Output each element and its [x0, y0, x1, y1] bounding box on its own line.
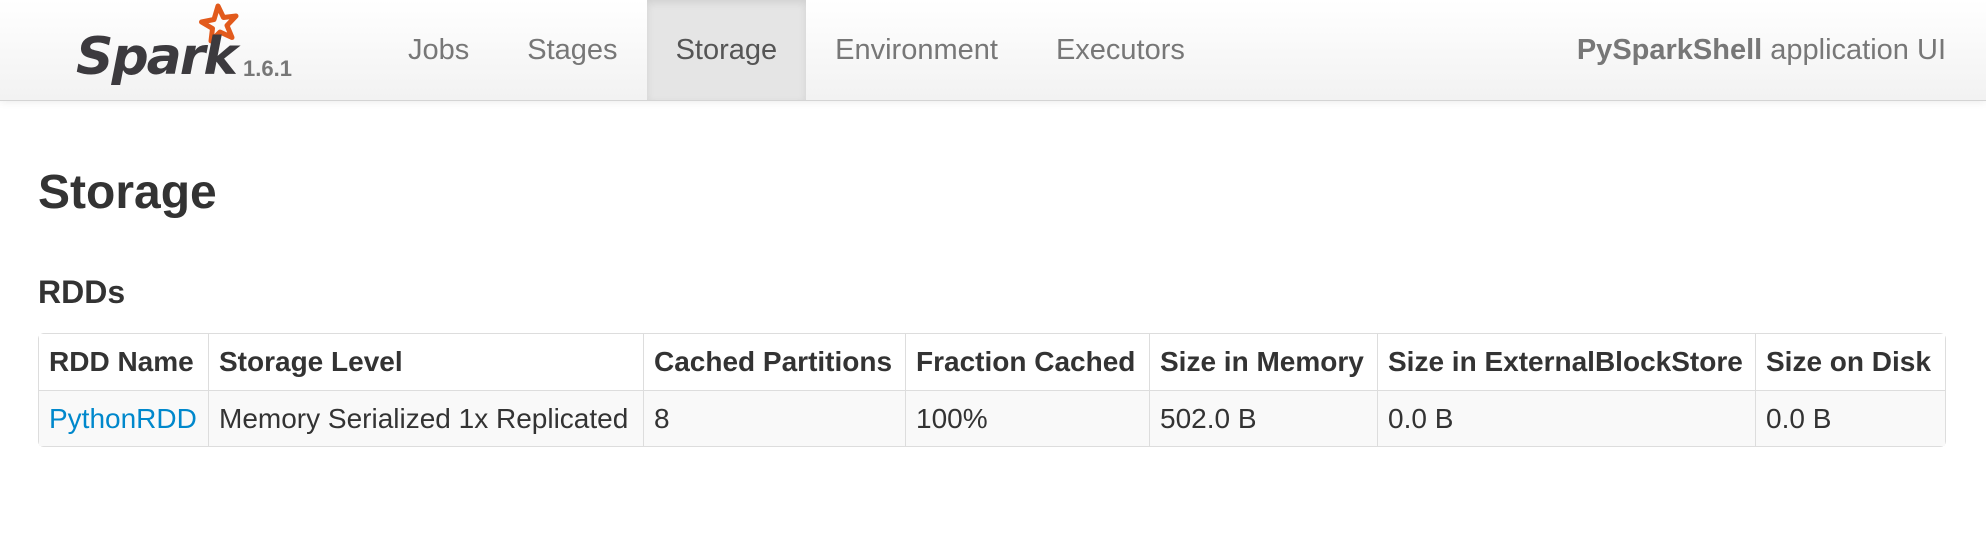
column-header-size-on-disk[interactable]: Size on Disk	[1755, 334, 1945, 390]
tab-jobs[interactable]: Jobs	[379, 0, 498, 100]
column-header-size-in-memory[interactable]: Size in Memory	[1149, 334, 1377, 390]
cell-size-in-externalblockstore: 0.0 B	[1377, 390, 1755, 446]
spark-logo[interactable]: Spark 1.6.1	[74, 0, 304, 100]
app-name: PySparkShell	[1576, 34, 1763, 66]
cell-rdd-name: PythonRDD	[39, 390, 208, 446]
table-row: PythonRDD Memory Serialized 1x Replicate…	[39, 390, 1945, 446]
cell-fraction-cached: 100%	[905, 390, 1149, 446]
nav-tabs: Jobs Stages Storage Environment Executor…	[379, 0, 1214, 100]
top-navbar: Spark 1.6.1 Jobs Stages Storage Environm…	[0, 0, 1986, 101]
tab-environment[interactable]: Environment	[806, 0, 1027, 100]
column-header-cached-partitions[interactable]: Cached Partitions	[643, 334, 905, 390]
app-suffix: application UI	[1770, 34, 1946, 66]
tab-storage[interactable]: Storage	[646, 0, 807, 100]
column-header-rdd-name[interactable]: RDD Name	[39, 334, 208, 390]
column-header-size-in-externalblockstore[interactable]: Size in ExternalBlockStore	[1377, 334, 1755, 390]
app-title: PySparkShell application UI	[1577, 0, 1946, 100]
spark-wordmark: Spark	[76, 27, 241, 87]
rdds-section-title: RDDs	[38, 274, 126, 310]
column-header-storage-level[interactable]: Storage Level	[208, 334, 643, 390]
rdd-table: RDD Name Storage Level Cached Partitions…	[38, 333, 1946, 447]
tab-executors[interactable]: Executors	[1027, 0, 1214, 100]
spark-version: 1.6.1	[243, 56, 292, 81]
table-header-row: RDD Name Storage Level Cached Partitions…	[39, 334, 1945, 390]
column-header-fraction-cached[interactable]: Fraction Cached	[905, 334, 1149, 390]
cell-storage-level: Memory Serialized 1x Replicated	[208, 390, 643, 446]
cell-size-on-disk: 0.0 B	[1755, 390, 1945, 446]
cell-cached-partitions: 8	[643, 390, 905, 446]
spark-logo-icon: Spark	[76, 3, 243, 87]
cell-size-in-memory: 502.0 B	[1149, 390, 1377, 446]
tab-stages[interactable]: Stages	[498, 0, 646, 100]
rdd-name-link[interactable]: PythonRDD	[49, 403, 197, 434]
page-title: Storage	[38, 166, 217, 219]
